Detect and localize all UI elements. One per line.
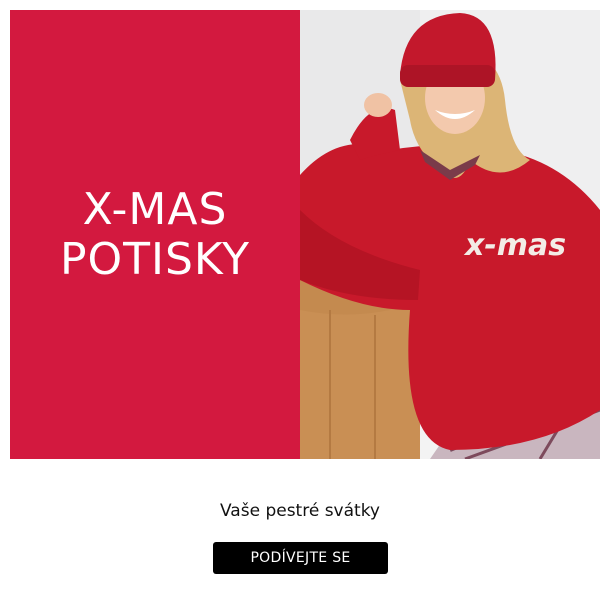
headline-line-2: POTISKY: [59, 233, 251, 285]
sweater-print: x-mas: [463, 228, 566, 263]
headline-line-1: X-MAS: [82, 183, 228, 235]
banner-headline: X-MAS POTISKY: [59, 183, 251, 285]
view-button[interactable]: PODÍVEJTE SE: [213, 542, 388, 574]
product-photo: x-mas: [300, 10, 600, 459]
banner-text-panel: X-MAS POTISKY: [10, 10, 300, 459]
tagline: Vaše pestré svátky: [220, 501, 380, 521]
promo-banner[interactable]: X-MAS POTISKY x-mas: [10, 10, 600, 459]
woman-in-red-sweater-photo: x-mas: [300, 10, 600, 459]
